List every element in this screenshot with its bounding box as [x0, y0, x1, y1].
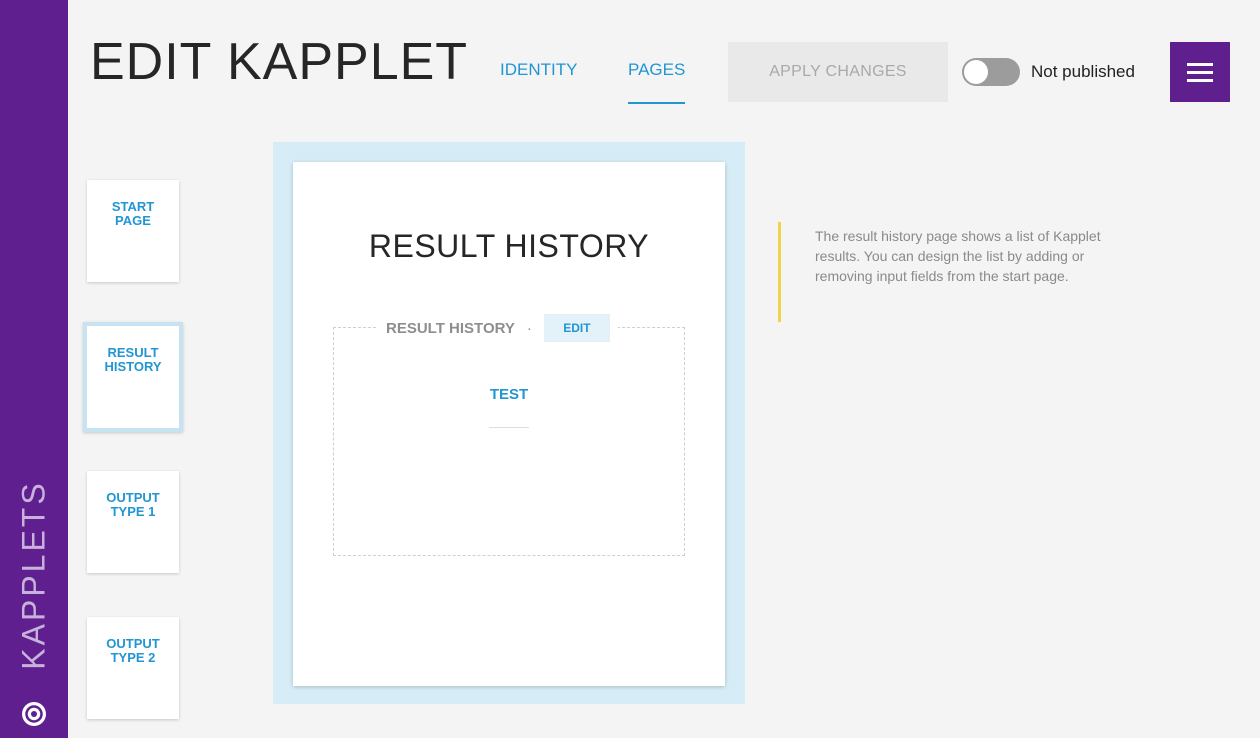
- section-separator: ·: [526, 319, 532, 337]
- menu-button[interactable]: [1170, 42, 1230, 102]
- thumb-label-line1: RESULT: [107, 345, 159, 360]
- page-thumb-start-page[interactable]: START PAGE: [87, 180, 179, 282]
- edit-section-button[interactable]: EDIT: [543, 314, 610, 342]
- sidebar: KAPPLETS: [0, 0, 68, 738]
- thumb-label-line2: TYPE 2: [110, 650, 156, 665]
- section-header: RESULT HISTORY · EDIT: [378, 314, 618, 342]
- sidebar-app-label: KAPPLETS: [15, 480, 52, 670]
- apply-changes-button[interactable]: APPLY CHANGES: [728, 42, 948, 102]
- info-accent-bar: [778, 222, 781, 322]
- field-divider: [489, 427, 529, 428]
- page-title: EDIT KAPPLET: [90, 33, 469, 91]
- thumb-label-line2: TYPE 1: [110, 504, 156, 519]
- publish-status-label: Not published: [1031, 62, 1135, 81]
- page-thumb-result-history[interactable]: RESULT HISTORY: [83, 322, 183, 432]
- result-field-label: TEST: [489, 386, 529, 403]
- tab-pages[interactable]: PAGES: [628, 60, 686, 104]
- page-thumb-output-type-1[interactable]: OUTPUT TYPE 1: [87, 471, 179, 573]
- preview-heading: RESULT HISTORY: [368, 228, 650, 264]
- page-description: The result history page shows a list of …: [815, 228, 1101, 284]
- hamburger-icon-line: [1187, 70, 1213, 74]
- publish-toggle[interactable]: [962, 58, 1020, 86]
- kapplets-logo-icon[interactable]: [20, 700, 48, 728]
- tab-identity[interactable]: IDENTITY: [500, 60, 577, 100]
- thumb-label-line1: START: [111, 199, 155, 214]
- section-title: RESULT HISTORY: [386, 319, 515, 337]
- thumb-label-line2: PAGE: [115, 213, 151, 228]
- page-thumb-output-type-2[interactable]: OUTPUT TYPE 2: [87, 617, 179, 719]
- thumb-label-line1: OUTPUT: [106, 490, 160, 505]
- result-history-section: [333, 327, 685, 556]
- hamburger-icon-line: [1187, 62, 1213, 66]
- thumb-label-line1: OUTPUT: [106, 636, 160, 651]
- thumb-label-line2: HISTORY: [104, 359, 162, 374]
- toggle-knob: [964, 60, 988, 84]
- hamburger-icon-line: [1187, 78, 1213, 82]
